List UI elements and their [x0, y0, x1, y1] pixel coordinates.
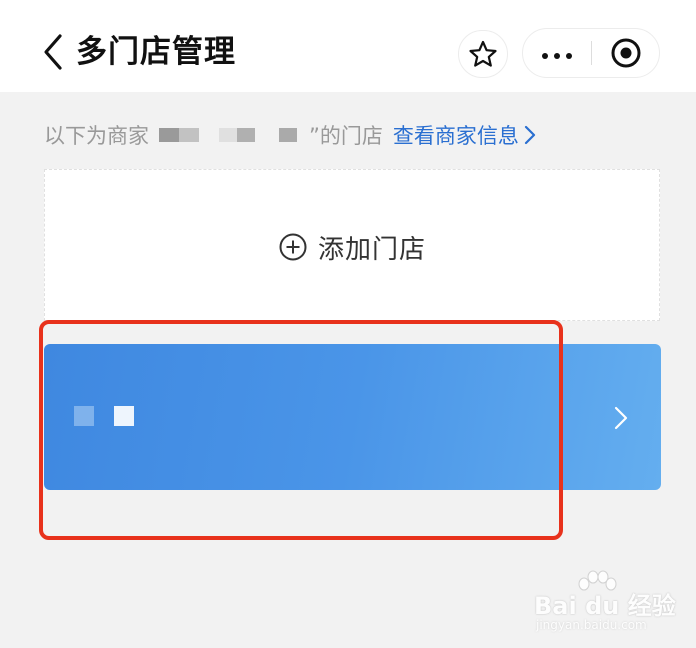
favorite-button[interactable] — [458, 30, 508, 78]
merchant-info-line: 以下为商家 ”的门店 查看商家信息 — [44, 118, 537, 152]
menu-capsule — [522, 28, 660, 78]
view-merchant-info-label: 查看商家信息 — [392, 124, 519, 148]
store-card[interactable] — [44, 344, 661, 490]
watermark-logo: Bai du 经验 jingyan.baidu.com — [530, 570, 676, 638]
chevron-right-icon — [524, 125, 535, 145]
watermark-sub-text: jingyan.baidu.com — [536, 618, 647, 632]
redacted-merchant-name — [159, 125, 309, 145]
view-merchant-info-link[interactable]: 查看商家信息 — [393, 120, 537, 150]
add-store-content: 添加门店 — [278, 229, 426, 266]
chevron-left-icon — [44, 34, 62, 70]
star-outline-icon — [469, 40, 497, 67]
more-dots-icon — [539, 44, 575, 63]
target-circle-icon — [611, 38, 641, 68]
merchant-prefix: 以下为商家 — [44, 124, 149, 148]
watermark-main-text: Bai du 经验 — [534, 592, 676, 620]
plus-circle-icon — [279, 233, 307, 261]
add-store-button[interactable]: 添加门店 — [44, 169, 660, 321]
add-store-label: 添加门店 — [317, 234, 426, 265]
merchant-suffix: ”的门店 — [309, 124, 383, 148]
chevron-right-icon — [614, 406, 628, 430]
page-title: 多门店管理 — [76, 34, 236, 70]
close-miniprogram-button[interactable] — [592, 29, 660, 77]
back-button[interactable] — [38, 32, 70, 72]
navigation-bar: 多门店管理 — [0, 0, 696, 92]
more-button[interactable] — [523, 29, 591, 77]
